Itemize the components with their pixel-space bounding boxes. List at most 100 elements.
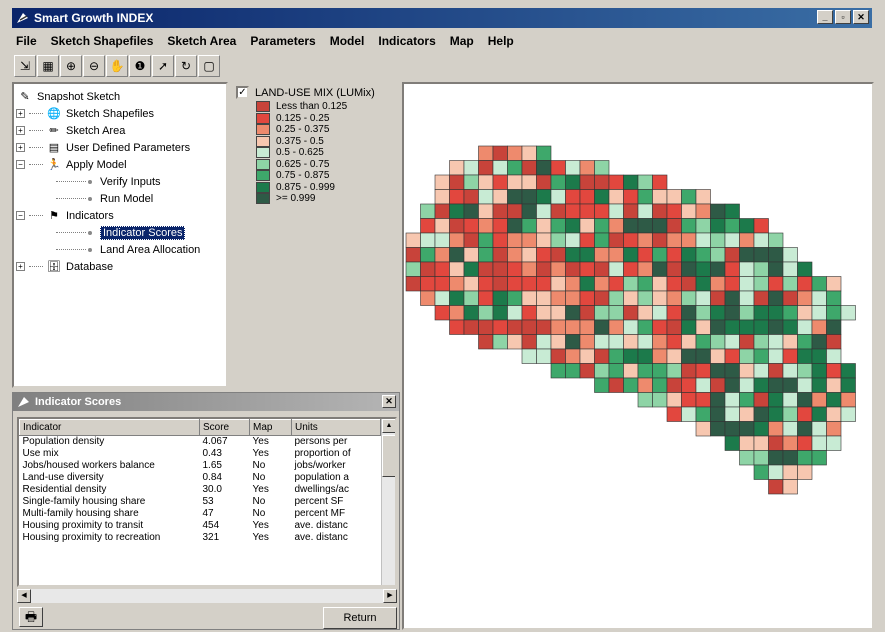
map-cell[interactable] — [608, 203, 624, 219]
map-cell[interactable] — [681, 189, 697, 205]
map-cell[interactable] — [840, 406, 856, 422]
map-cell[interactable] — [797, 363, 813, 379]
map-cell[interactable] — [826, 305, 842, 321]
map-cell[interactable] — [768, 450, 784, 466]
table-row[interactable]: Residential density 30.0 Yes dwellings/ac — [20, 484, 381, 496]
map-cell[interactable] — [782, 319, 798, 335]
map-cell[interactable] — [811, 348, 827, 364]
map-cell[interactable] — [565, 348, 581, 364]
map-cell[interactable] — [565, 334, 581, 350]
map-cell[interactable] — [811, 392, 827, 408]
map-cell[interactable] — [550, 189, 566, 205]
map-cell[interactable] — [507, 290, 523, 306]
menu-model[interactable]: Model — [330, 34, 365, 48]
map-cell[interactable] — [550, 319, 566, 335]
map-cell[interactable] — [811, 305, 827, 321]
map-cell[interactable] — [608, 363, 624, 379]
map-cell[interactable] — [797, 290, 813, 306]
map-cell[interactable] — [434, 261, 450, 277]
map-cell[interactable] — [826, 421, 842, 437]
map-cell[interactable] — [463, 247, 479, 263]
map-cell[interactable] — [623, 218, 639, 234]
map-cell[interactable] — [695, 232, 711, 248]
map-cell[interactable] — [681, 377, 697, 393]
map-cell[interactable] — [652, 363, 668, 379]
map-cell[interactable] — [463, 203, 479, 219]
legend-layer-checkbox[interactable]: ✓ — [236, 86, 249, 99]
map-cell[interactable] — [724, 261, 740, 277]
table-row[interactable]: Multi-family housing share 47 No percent MF — [20, 508, 381, 520]
map-cell[interactable] — [652, 276, 668, 292]
map-cell[interactable] — [536, 189, 552, 205]
map-cell[interactable] — [782, 464, 798, 480]
map-cell[interactable] — [840, 392, 856, 408]
map-cell[interactable] — [826, 319, 842, 335]
map-cell[interactable] — [768, 261, 784, 277]
map-cell[interactable] — [739, 305, 755, 321]
map-cell[interactable] — [420, 218, 436, 234]
pan-hand-tool-button[interactable]: ✋ — [106, 55, 128, 77]
map-cell[interactable] — [710, 406, 726, 422]
map-cell[interactable] — [405, 232, 421, 248]
map-cell[interactable] — [623, 261, 639, 277]
map-cell[interactable] — [782, 435, 798, 451]
close-button[interactable]: ✕ — [853, 10, 869, 24]
map-cell[interactable] — [507, 247, 523, 263]
map-cell[interactable] — [579, 290, 595, 306]
map-cell[interactable] — [782, 276, 798, 292]
map-cell[interactable] — [826, 276, 842, 292]
map-cell[interactable] — [478, 174, 494, 190]
table-row[interactable]: Land-use diversity 0.84 No population a — [20, 472, 381, 484]
map-cell[interactable] — [681, 406, 697, 422]
map-cell[interactable] — [565, 290, 581, 306]
map-cell[interactable] — [550, 290, 566, 306]
map-cell[interactable] — [753, 363, 769, 379]
map-cell[interactable] — [565, 276, 581, 292]
map-cell[interactable] — [420, 290, 436, 306]
map-view[interactable] — [402, 82, 874, 630]
map-cell[interactable] — [492, 145, 508, 161]
map-cell[interactable] — [463, 174, 479, 190]
map-cell[interactable] — [797, 348, 813, 364]
map-cell[interactable] — [681, 218, 697, 234]
map-cell[interactable] — [550, 203, 566, 219]
map-cell[interactable] — [550, 261, 566, 277]
map-cell[interactable] — [768, 305, 784, 321]
map-cell[interactable] — [681, 334, 697, 350]
map-cell[interactable] — [434, 305, 450, 321]
map-cell[interactable] — [724, 319, 740, 335]
map-cell[interactable] — [666, 392, 682, 408]
map-cell[interactable] — [434, 276, 450, 292]
map-cell[interactable] — [695, 276, 711, 292]
map-cell[interactable] — [420, 261, 436, 277]
map-cell[interactable] — [608, 261, 624, 277]
map-cell[interactable] — [826, 363, 842, 379]
map-cell[interactable] — [492, 261, 508, 277]
map-cell[interactable] — [710, 203, 726, 219]
map-cell[interactable] — [623, 174, 639, 190]
map-cell[interactable] — [463, 189, 479, 205]
map-cell[interactable] — [521, 160, 537, 176]
map-cell[interactable] — [608, 334, 624, 350]
map-cell[interactable] — [478, 334, 494, 350]
map-cell[interactable] — [768, 232, 784, 248]
map-cell[interactable] — [579, 363, 595, 379]
map-cell[interactable] — [739, 363, 755, 379]
scroll-up-icon[interactable]: ▲ — [382, 419, 395, 433]
map-cell[interactable] — [768, 435, 784, 451]
tree-expander[interactable]: + — [16, 143, 25, 152]
map-cell[interactable] — [753, 406, 769, 422]
map-cell[interactable] — [608, 319, 624, 335]
map-cell[interactable] — [826, 290, 842, 306]
map-cell[interactable] — [608, 305, 624, 321]
map-cell[interactable] — [420, 247, 436, 263]
table-row[interactable]: Housing proximity to transit 454 Yes ave. d… — [20, 520, 381, 532]
map-cell[interactable] — [507, 174, 523, 190]
map-cell[interactable] — [550, 305, 566, 321]
tree-item-run-model[interactable]: Run Model — [16, 190, 224, 207]
map-cell[interactable] — [666, 305, 682, 321]
map-cell[interactable] — [507, 145, 523, 161]
map-cell[interactable] — [782, 377, 798, 393]
map-cell[interactable] — [623, 290, 639, 306]
map-cell[interactable] — [666, 319, 682, 335]
